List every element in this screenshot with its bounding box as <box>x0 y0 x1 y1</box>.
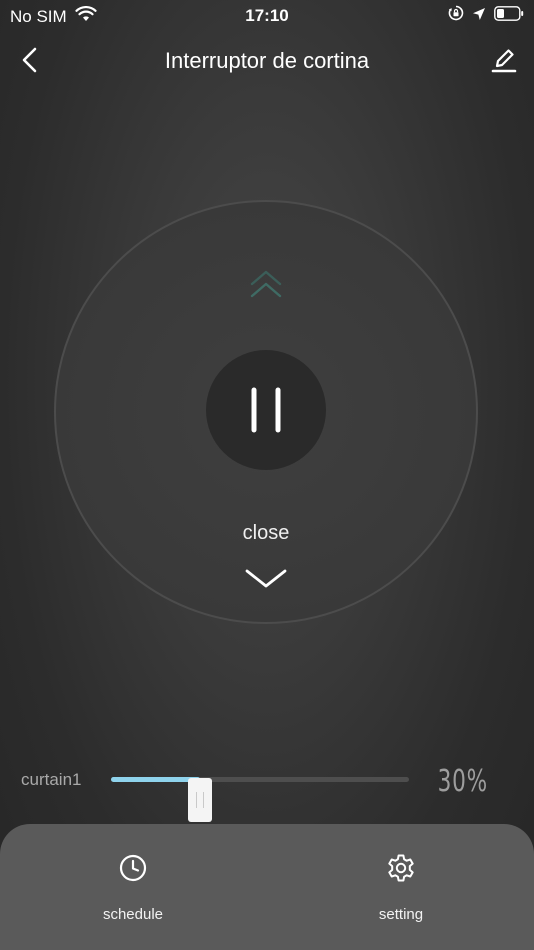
orientation-lock-icon <box>440 5 464 26</box>
curtain-state-label: close <box>242 522 290 544</box>
battery-icon <box>486 5 524 26</box>
pause-icon <box>251 387 281 433</box>
slider-label: curtain1 <box>21 770 82 789</box>
curtain-control-dial: close <box>54 200 478 624</box>
status-bar: No SIM 17:10 <box>0 0 534 32</box>
double-chevron-up-icon <box>250 270 282 298</box>
gear-icon <box>385 852 417 884</box>
navigation-bar: Interruptor de cortina <box>0 36 534 84</box>
bottom-panel: schedule setting <box>0 824 534 950</box>
pencil-icon <box>491 49 517 73</box>
clock-icon <box>117 852 149 884</box>
status-right <box>440 5 524 26</box>
slider-thumb[interactable] <box>188 778 213 822</box>
page-title: Interruptor de cortina <box>164 48 370 73</box>
edit-button[interactable] <box>488 44 520 76</box>
curtain-slider-row: curtain1 30% <box>0 756 534 822</box>
grip-icon <box>196 792 205 808</box>
setting-button[interactable]: setting <box>341 846 461 946</box>
schedule-button[interactable]: schedule <box>73 846 193 946</box>
slider-fill <box>111 777 201 782</box>
curtain-control-screen: No SIM 17:10 Interruptor de cortina clos… <box>0 0 534 950</box>
setting-label: setting <box>378 906 424 923</box>
open-button[interactable] <box>246 264 286 304</box>
location-icon <box>464 6 486 26</box>
slider-value: 30% <box>437 764 488 799</box>
close-button[interactable] <box>244 564 288 594</box>
chevron-down-icon <box>245 569 287 588</box>
schedule-label: schedule <box>102 906 164 923</box>
position-slider[interactable] <box>111 777 409 822</box>
pause-button[interactable] <box>206 350 326 470</box>
